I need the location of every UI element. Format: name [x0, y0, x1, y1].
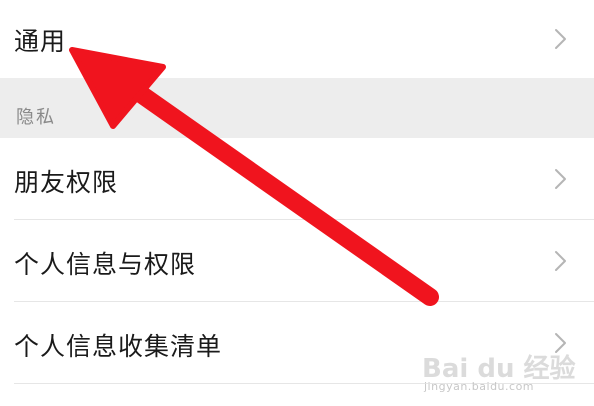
- general-row[interactable]: 通用: [0, 0, 594, 78]
- friend-permissions-label: 朋友权限: [14, 168, 119, 197]
- general-label: 通用: [14, 27, 67, 56]
- personal-info-collection-list-label: 个人信息收集清单: [14, 332, 223, 361]
- personal-info-collection-list-row[interactable]: 个人信息收集清单: [0, 302, 594, 384]
- chevron-right-icon: [555, 333, 566, 353]
- privacy-section-label: 隐私: [16, 107, 56, 128]
- settings-screen: 通用 隐私 朋友权限 个人信息与权限 个人信息收集清单 Bai du 经验 ji…: [0, 0, 594, 406]
- chevron-right-icon: [555, 29, 566, 49]
- friend-permissions-row[interactable]: 朋友权限: [0, 138, 594, 220]
- chevron-right-icon: [555, 169, 566, 189]
- personal-info-permissions-label: 个人信息与权限: [14, 250, 197, 279]
- chevron-right-icon: [555, 251, 566, 271]
- personal-info-permissions-row[interactable]: 个人信息与权限: [0, 220, 594, 302]
- privacy-section-header: 隐私: [0, 78, 594, 138]
- row-divider: [14, 383, 594, 384]
